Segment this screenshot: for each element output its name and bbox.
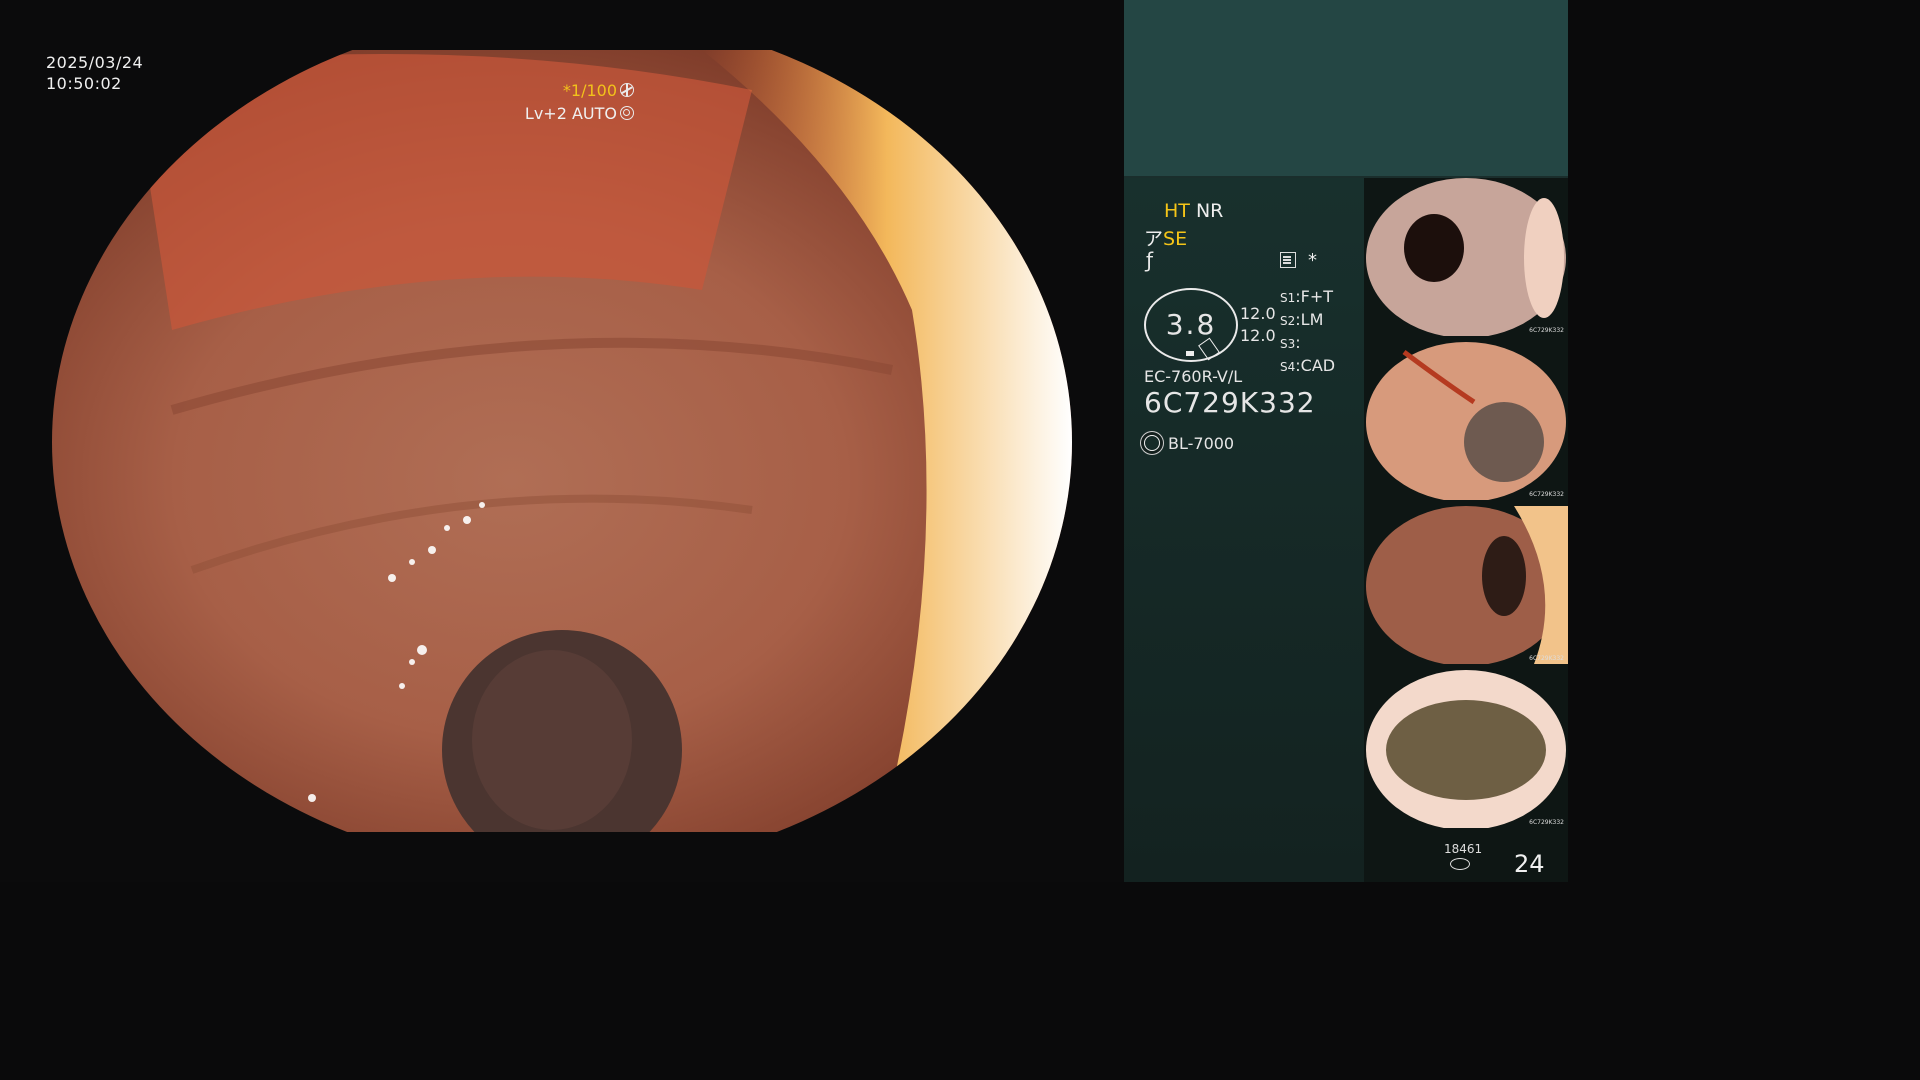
time-text: 10:50:02	[46, 74, 122, 93]
slot-item: S1:F+T	[1280, 287, 1334, 306]
light-source-text: BL-7000	[1168, 434, 1235, 453]
se-row: アSE	[1144, 224, 1187, 251]
image-count: 18461	[1444, 842, 1483, 856]
f-symbol: ƒ	[1146, 248, 1154, 272]
level-text: Lv+2 AUTO	[524, 104, 617, 123]
page-count: 24	[1514, 850, 1545, 878]
shutter-ratio: *1/100	[563, 81, 634, 100]
thumb-serial: 6C729K332	[1529, 819, 1564, 826]
slot-list: S1:F+T S2:LM S3: S4:CAD	[1280, 286, 1335, 378]
ht-label: HT	[1164, 200, 1190, 222]
thumbnail[interactable]: 6C729K332	[1364, 506, 1568, 664]
status-overlay: HT NR アSE ƒ * 3.8 12.0 12.0 S1:F+T S2:LM…	[1124, 0, 1364, 882]
slot-item: S2:LM	[1280, 310, 1324, 329]
se-label: SE	[1163, 228, 1188, 250]
date-time: 2025/03/24 10:50:02	[46, 52, 143, 94]
tool-icon	[1198, 337, 1220, 361]
circle-value: 3.8	[1144, 288, 1238, 362]
value-2: 12.0	[1240, 326, 1276, 345]
brightness-level: Lv+2 AUTO	[525, 104, 634, 123]
ratio-text: *1/100	[562, 81, 617, 100]
nr-label: NR	[1195, 200, 1224, 222]
thumbnail[interactable]: 6C729K332	[1364, 342, 1568, 500]
slot-item: S3:	[1280, 333, 1301, 352]
bar-icon	[1186, 351, 1194, 356]
circle-number: 3.8	[1165, 308, 1217, 341]
value-1: 12.0	[1240, 304, 1276, 323]
thumb-serial: 6C729K332	[1529, 655, 1564, 662]
mode-row: HT NR	[1164, 200, 1223, 222]
thumbnail-strip: 6C729K332 6C729K332 6C729K332 6C729K332	[1364, 178, 1568, 882]
thumb-serial: 6C729K332	[1529, 491, 1564, 498]
endoscope-image	[52, 50, 1072, 832]
thumb-serial: 6C729K332	[1529, 327, 1564, 334]
thumbnail[interactable]: 6C729K332	[1364, 178, 1568, 336]
ring-icon	[620, 106, 634, 120]
thumbnail[interactable]: 6C729K332	[1364, 670, 1568, 828]
endoscope-view: 2025/03/24 10:50:02 *1/100 Lv+2 AUTO	[0, 0, 1124, 882]
aperture-icon	[620, 83, 634, 97]
light-source: BL-7000	[1144, 434, 1234, 453]
slot-item: S4:CAD	[1280, 356, 1336, 375]
scope-model: EC-760R-V/L	[1144, 367, 1243, 386]
menu-icon	[1280, 252, 1296, 268]
scope-serial: 6C729K332	[1144, 386, 1316, 419]
asterisk-icon: *	[1308, 250, 1317, 271]
date-text: 2025/03/24	[46, 53, 144, 72]
se-prefix: ア	[1144, 228, 1164, 250]
database-icon	[1450, 858, 1470, 870]
sun-icon	[1144, 435, 1160, 451]
